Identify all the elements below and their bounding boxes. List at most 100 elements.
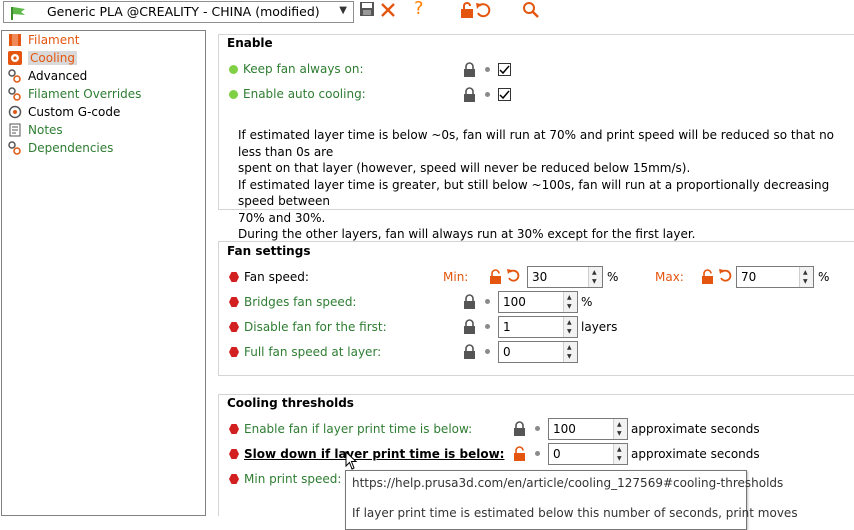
enable-group-left-border	[218, 34, 219, 209]
seconds-unit: approximate seconds	[631, 447, 760, 461]
modified-value-hex-icon	[229, 297, 239, 307]
value-bullet	[485, 324, 490, 329]
slowdown-value: 0	[553, 447, 561, 461]
help-icon[interactable]: ?	[414, 0, 424, 19]
full-fan-value: 0	[503, 345, 511, 359]
disable-fan-label: Disable fan for the first:	[244, 320, 387, 334]
seconds-unit: approximate seconds	[631, 422, 760, 436]
value-bullet	[485, 92, 490, 97]
keep-fan-checkbox[interactable]	[498, 63, 511, 76]
sidebar-item-dependencies[interactable]: Dependencies	[8, 139, 113, 157]
sidebar-item-cooling[interactable]: Cooling	[8, 49, 77, 67]
sidebar-item-notes[interactable]: Notes	[8, 121, 63, 139]
unlock-icon[interactable]	[489, 269, 502, 284]
keep-fan-row: Keep fan always on:	[229, 62, 363, 76]
spin-buttons[interactable]: ▲ ▼	[563, 292, 577, 312]
checkmark-icon	[499, 65, 510, 75]
full-fan-input[interactable]: 0 ▲ ▼	[498, 341, 578, 363]
lock-icon[interactable]	[463, 319, 476, 334]
full-fan-label: Full fan speed at layer:	[244, 345, 382, 359]
toolbar: Generic PLA @CREALITY - CHINA (modified)…	[0, 0, 854, 26]
undo-icon[interactable]	[474, 1, 492, 19]
lock-icon[interactable]	[463, 87, 476, 102]
spin-down-icon[interactable]: ▼	[592, 279, 597, 285]
sidebar-item-label: Filament Overrides	[28, 87, 142, 101]
bridges-fan-input[interactable]: 100 ▲ ▼	[498, 291, 578, 313]
bridges-fan-label: Bridges fan speed:	[244, 295, 357, 309]
spin-buttons[interactable]: ▲ ▼	[613, 419, 627, 439]
spin-up-icon[interactable]: ▲	[592, 270, 597, 276]
overrides-icon	[8, 87, 21, 101]
spin-buttons[interactable]: ▲ ▼	[563, 342, 577, 362]
lock-icon[interactable]	[463, 294, 476, 309]
enable-fan-below-label: Enable fan if layer print time is below:	[244, 422, 473, 436]
min-print-speed-row: Min print speed:	[229, 472, 341, 486]
unlock-icon[interactable]	[701, 269, 714, 284]
enable-fan-below-row: Enable fan if layer print time is below:	[229, 422, 472, 436]
sidebar-item-filament[interactable]: Filament	[8, 31, 79, 49]
spin-buttons[interactable]: ▲ ▼	[588, 267, 602, 287]
slowdown-row: Slow down if layer print time is below:	[229, 447, 504, 461]
lock-icon[interactable]	[513, 421, 526, 436]
enable-group-title: Enable	[227, 36, 273, 50]
filament-icon	[9, 34, 21, 46]
min-fan-speed-input[interactable]: 30 ▲ ▼	[527, 266, 603, 288]
spin-down-icon[interactable]: ▼	[567, 329, 572, 335]
modified-value-hex-icon	[229, 272, 239, 282]
min-label: Min:	[443, 270, 469, 284]
spin-down-icon[interactable]: ▼	[567, 304, 572, 310]
modified-value-hex-icon	[229, 474, 239, 484]
sidebar-item-filament-overrides[interactable]: Filament Overrides	[8, 85, 141, 103]
slowdown-input[interactable]: 0 ▲ ▼	[548, 443, 628, 465]
slowdown-label: Slow down if layer print time is below:	[244, 447, 505, 461]
spin-down-icon[interactable]: ▼	[567, 354, 572, 360]
sidebar-item-advanced[interactable]: Advanced	[8, 67, 87, 85]
disable-fan-input[interactable]: 1 ▲ ▼	[498, 316, 578, 338]
preset-combo[interactable]: Generic PLA @CREALITY - CHINA (modified)…	[3, 1, 354, 23]
spin-buttons[interactable]: ▲ ▼	[799, 267, 813, 287]
spin-up-icon[interactable]: ▲	[803, 270, 808, 276]
undo-icon[interactable]	[506, 268, 521, 284]
threshold-group-title: Cooling thresholds	[227, 396, 354, 410]
gcode-icon	[8, 105, 22, 119]
spin-down-icon[interactable]: ▼	[617, 431, 622, 437]
spin-buttons[interactable]: ▲ ▼	[613, 444, 627, 464]
value-bullet	[485, 349, 490, 354]
sidebar-item-custom-gcode[interactable]: Custom G-code	[8, 103, 120, 121]
modified-value-hex-icon	[229, 449, 239, 459]
fan-group-top-border	[218, 241, 854, 242]
search-icon[interactable]	[522, 1, 540, 19]
lock-icon[interactable]	[463, 344, 476, 359]
auto-cooling-checkbox[interactable]	[498, 88, 511, 101]
max-fan-speed-input[interactable]: 70 ▲ ▼	[736, 266, 814, 288]
value-bullet	[485, 299, 490, 304]
spin-up-icon[interactable]: ▲	[567, 295, 572, 301]
spin-down-icon[interactable]: ▼	[617, 456, 622, 462]
sidebar-item-label: Custom G-code	[28, 105, 121, 119]
fan-group-left-border	[218, 241, 219, 375]
enable-fan-below-input[interactable]: 100 ▲ ▼	[548, 418, 628, 440]
unlock-icon[interactable]	[460, 1, 474, 19]
lock-icon[interactable]	[463, 62, 476, 77]
spin-up-icon[interactable]: ▲	[617, 447, 622, 453]
tooltip-url: https://help.prusa3d.com/en/article/cool…	[352, 476, 784, 490]
fan-icon	[8, 51, 22, 65]
sidebar-tree: Filament Cooling Advanced Filament Overr…	[1, 30, 206, 516]
spin-up-icon[interactable]: ▲	[567, 345, 572, 351]
fan-speed-row: Fan speed:	[229, 270, 309, 284]
spin-buttons[interactable]: ▲ ▼	[563, 317, 577, 337]
disable-fan-value: 1	[503, 320, 511, 334]
spin-up-icon[interactable]: ▲	[567, 320, 572, 326]
max-fan-speed-value: 70	[741, 270, 757, 284]
spin-up-icon[interactable]: ▲	[617, 422, 622, 428]
fan-speed-label: Fan speed:	[244, 270, 309, 284]
delete-icon[interactable]	[379, 1, 397, 19]
save-icon[interactable]	[359, 1, 375, 17]
unlock-icon[interactable]	[513, 446, 526, 461]
chevron-down-icon[interactable]: ▼	[339, 5, 347, 16]
system-value-dot-icon	[229, 64, 238, 74]
spin-down-icon[interactable]: ▼	[803, 279, 808, 285]
disable-fan-row: Disable fan for the first:	[229, 320, 387, 334]
undo-icon[interactable]	[718, 268, 733, 284]
bridges-percent-unit: %	[581, 295, 593, 309]
